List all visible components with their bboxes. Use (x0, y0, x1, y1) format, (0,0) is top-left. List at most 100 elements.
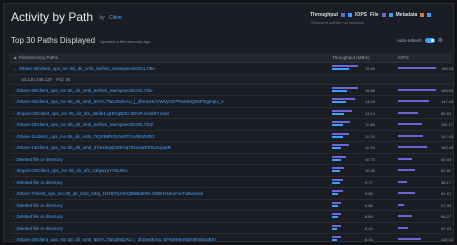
table-row[interactable]: ›/Share-11/client_ops_mc-36_dir_smb_7IQX… (9, 131, 453, 142)
gear-icon[interactable]: ⚙ (438, 37, 443, 44)
panel-header: Top 30 Paths Displayed Updated a few sec… (4, 33, 453, 49)
row-path-link[interactable]: ›/Share-20/client_ops_mc-35_dir_smb_5S7A… (13, 99, 323, 104)
chevron-right-icon[interactable]: › (13, 122, 15, 127)
chevron-right-icon[interactable]: › (13, 191, 15, 196)
throughput-value: 11.24 (365, 133, 375, 139)
row-path-text: Deleted file or directory (16, 202, 63, 208)
throughput-value: 8.69 (365, 214, 373, 219)
throughput-bars (332, 155, 362, 162)
chevron-right-icon[interactable]: › (13, 237, 15, 241)
throughput-write-bar (332, 147, 341, 149)
chevron-right-icon[interactable]: › (13, 226, 15, 231)
iops-bar (398, 111, 418, 114)
throughput-value: 8.16 (365, 237, 373, 242)
paths-table: ▲ File/Directory Paths Throughput (MB/s)… (9, 53, 454, 242)
row-path-link[interactable]: › Deleted file or directory (13, 180, 323, 185)
table-row[interactable]: ⌄/Share-35/client_ops_mc-35_dir_smb_5e/f… (9, 63, 454, 75)
legend-file[interactable]: File (370, 12, 379, 18)
throughput-value: 15.80 (365, 87, 376, 93)
legend-iops[interactable]: IOPS (355, 12, 367, 18)
row-path-link[interactable]: ›/Share-11/client_ops_mc-36_dir_smb_7IQX… (13, 134, 323, 139)
row-path-text: Deleted file or directory (16, 214, 63, 219)
table-row[interactable]: › Deleted file or directory 8.84 27.30 (9, 200, 452, 211)
row-path-link[interactable]: ›/Export-20/client_ops_mc-35_dir_nfs_13/… (13, 168, 323, 173)
col-header-iops[interactable]: IOPS (398, 55, 409, 60)
table-row[interactable]: › Deleted file or directory 8.69 66.27 (9, 211, 452, 223)
throughput-write-bar (332, 239, 337, 241)
table-row[interactable]: ›/Share-7/client_ops_mc-35_dir_smb_53/g_… (9, 188, 452, 200)
row-path-text: /Share-20/client_ops_mc-35_dir_smb_5S7A.… (16, 99, 224, 104)
throughput-value: 11.88 (365, 122, 375, 127)
chevron-right-icon[interactable]: › (13, 203, 15, 208)
table-row[interactable]: ›/Share-35/client_ops_mc-35_dir_smb_5S7A… (9, 234, 453, 242)
chevron-right-icon[interactable]: › (13, 180, 15, 185)
legend-metadata[interactable]: Metadata (396, 12, 418, 18)
throughput-read-bar (332, 178, 343, 181)
iops-value: 81.91 (441, 168, 452, 173)
chevron-right-icon[interactable]: › (13, 99, 15, 104)
throughput-value: 13.12 (365, 110, 376, 116)
row-path-link[interactable]: ›/Export-20/client_ops_mc-35_dir_nfs_48/… (13, 111, 323, 116)
metric-legend: Throughput IOPS File Metadata (310, 12, 432, 18)
table-row[interactable]: › Deleted file or directory 10.70 60.33 (9, 154, 452, 165)
table-header: ▲ File/Directory Paths Throughput (MB/s)… (9, 53, 452, 63)
throughput-value: 9.77 (365, 179, 373, 185)
row-path-text: /Share-14/client_ops_mc-35_dir_smb_37/ex… (16, 145, 171, 150)
col-header-path[interactable]: ▲ File/Directory Paths (13, 55, 58, 60)
row-path-link[interactable]: › Deleted file or directory (13, 226, 323, 231)
row-path-link[interactable]: ›/Share-14/client_ops_mc-35_dir_smb_37/e… (13, 145, 323, 150)
client-dropdown[interactable]: Client (109, 15, 122, 21)
row-detail-info: 10.120.246.137 · Pid: 26 (21, 76, 71, 82)
chevron-right-icon[interactable]: › (13, 214, 15, 219)
chevron-right-icon[interactable]: › (13, 88, 15, 93)
iops-bar (398, 100, 430, 102)
throughput-write-bar (332, 158, 341, 161)
chevron-right-icon[interactable]: › (13, 145, 15, 150)
row-path-link[interactable]: › Deleted file or directory (13, 203, 323, 208)
table-row[interactable]: › Deleted file or directory 8.43 47.43 (9, 223, 452, 234)
table-row[interactable]: ›/Export-20/client_ops_mc-35_dir_nfs_48/… (9, 108, 452, 119)
table-row[interactable]: ›/Share-25/client_ops_mc-36_dir_smb_5e/f… (9, 119, 453, 131)
by-label: by (99, 14, 105, 21)
iops-value: 185.03 (441, 66, 454, 71)
col-header-throughput[interactable]: Throughput (MB/s) (332, 55, 370, 60)
legend-meta-swatch (420, 13, 425, 17)
legend-throughput[interactable]: Throughput (310, 12, 338, 18)
throughput-value: 8.43 (365, 225, 373, 231)
row-path-link[interactable]: › Deleted file or directory (13, 214, 323, 219)
throughput-bars (332, 190, 362, 196)
iops-value: 185.03 (441, 87, 454, 93)
row-path-link[interactable]: ›/Share-7/client_ops_mc-35_dir_smb_53/g_… (13, 191, 323, 196)
row-path-text: /Export-20/client_ops_mc-35_dir_nfs_13/g… (16, 168, 128, 173)
table-row[interactable]: ›/Share-20/client_ops_mc-35_dir_smb_5S7A… (9, 96, 453, 108)
chevron-right-icon[interactable]: › (13, 168, 15, 173)
throughput-bars (332, 224, 362, 231)
iops-value: 110.02 (441, 237, 453, 242)
chevron-right-icon[interactable]: › (13, 111, 15, 116)
row-path-link[interactable]: ›/Share-25/client_ops_mc-36_dir_smb_5e/f… (13, 122, 323, 127)
chevron-right-icon[interactable]: › (13, 134, 15, 139)
iops-bar (398, 180, 407, 183)
row-path-link[interactable]: ⌄/Share-35/client_ops_mc-35_dir_smb_5e/f… (13, 66, 323, 72)
table-row[interactable]: ›/Share-14/client_ops_mc-35_dir_smb_37/e… (9, 142, 453, 154)
row-path-link[interactable]: ›/Share-35/client_ops_mc-35_dir_smb_5S7A… (13, 237, 323, 241)
table-row[interactable]: ›/Share-35/client_ops_mc-35_dir_smb_5e/f… (9, 85, 454, 96)
iops-value: 81.47 (441, 191, 452, 196)
table-row[interactable]: › Deleted file or directory 9.77 38.17 (9, 177, 452, 188)
throughput-bars (332, 167, 362, 173)
autorefresh-toggle[interactable] (424, 38, 435, 43)
app-frame: Activity by Path by Client Throughput IO… (3, 3, 454, 242)
table-row[interactable]: ›/Export-20/client_ops_mc-35_dir_nfs_13/… (9, 165, 452, 177)
chevron-down-icon[interactable]: ⌄ (13, 66, 17, 71)
row-path-link[interactable]: ›/Share-35/client_ops_mc-35_dir_smb_5e/f… (13, 88, 323, 93)
chevron-right-icon[interactable]: › (13, 157, 15, 162)
throughput-write-bar (332, 193, 338, 195)
throughput-write-bar (332, 124, 343, 126)
legend-read-swatch (341, 13, 346, 17)
updated-timestamp: Updated a few seconds ago (100, 39, 150, 44)
throughput-read-bar (332, 65, 358, 67)
row-path-link[interactable]: › Deleted file or directory (13, 157, 323, 162)
iops-value: 89.92 (441, 110, 452, 116)
row-path-text: Deleted file or directory (16, 156, 63, 162)
throughput-value: 8.84 (365, 202, 373, 208)
